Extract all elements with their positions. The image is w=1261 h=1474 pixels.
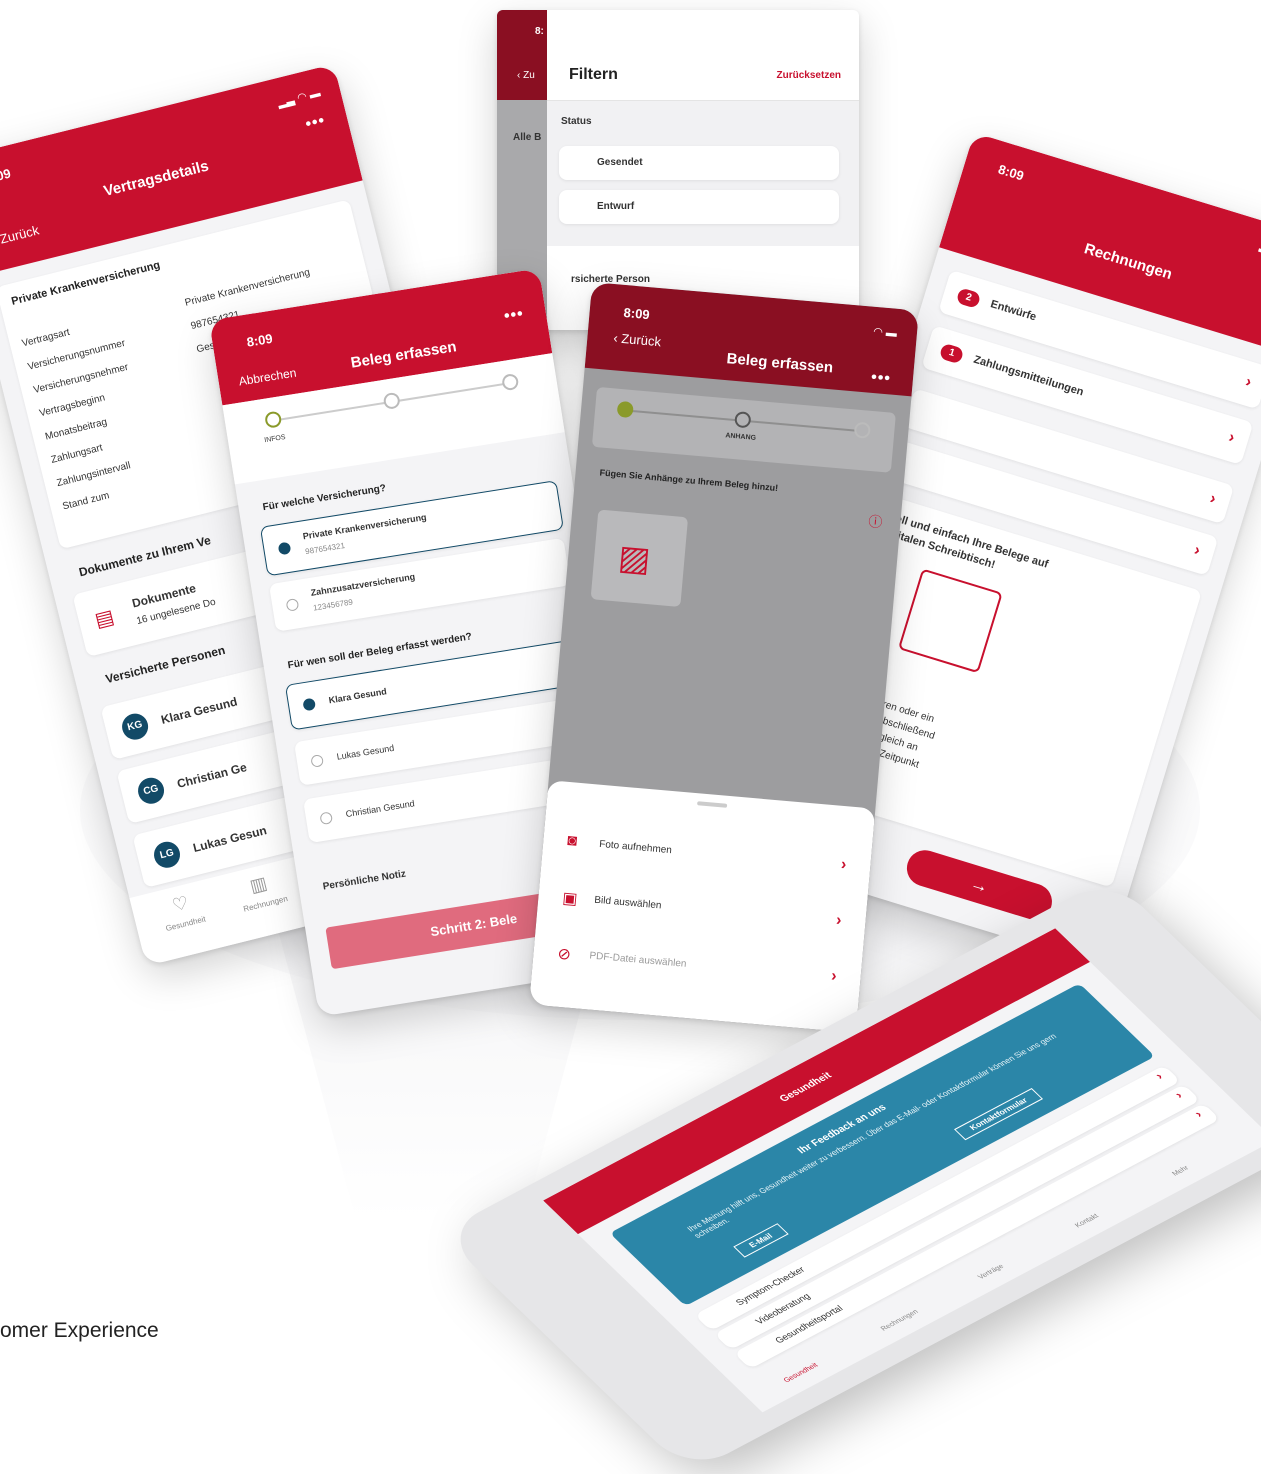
category-label: Zahlungsmitteilungen <box>972 353 1085 399</box>
status-heading: Status <box>561 116 592 127</box>
radio-button[interactable] <box>319 811 334 826</box>
device-title: Gesundheit <box>777 1070 835 1105</box>
step-1-indicator <box>264 410 283 429</box>
chevron-right-icon: › <box>1192 541 1203 560</box>
heart-icon[interactable]: ♡ <box>170 892 191 916</box>
step-1-done-indicator <box>616 400 634 419</box>
footer-caption: omer Experience <box>0 1319 159 1342</box>
note-label: Persönliche Notiz <box>322 868 407 893</box>
filter-title: Filtern <box>569 66 618 83</box>
chevron-right-icon: › <box>830 967 838 985</box>
count-badge: 1 <box>938 342 965 365</box>
back-button[interactable]: ‹ Zurück <box>0 222 41 248</box>
stepper: ANHANG <box>591 386 896 473</box>
insurance-question: Für welche Versicherung? <box>262 482 387 514</box>
insurance-name: Zahnzusatzversicherung <box>310 571 416 598</box>
chevron-right-icon: › <box>1207 489 1218 508</box>
tab-item[interactable]: Kontakt <box>1074 1213 1100 1229</box>
more-menu-icon[interactable]: ••• <box>870 369 891 389</box>
more-menu-icon[interactable]: ••• <box>503 305 525 326</box>
status-time: 8: <box>535 26 544 37</box>
avatar: CG <box>135 774 167 807</box>
step-2-indicator <box>734 411 752 429</box>
status-time: 8:09 <box>0 165 13 187</box>
chevron-right-icon: › <box>1151 1069 1166 1082</box>
chevron-right-icon: › <box>1243 373 1254 392</box>
person-name: Lukas Gesun <box>191 823 269 856</box>
attachment-icon: ⊘ <box>556 945 572 964</box>
insurance-number: 987654321 <box>304 541 346 557</box>
step-2-label: ANHANG <box>725 432 757 442</box>
chevron-right-icon: › <box>1171 1088 1186 1101</box>
receipt-illustration <box>897 568 1003 674</box>
count-badge: 2 <box>955 287 982 309</box>
row-label: Vertragsart <box>20 326 71 350</box>
wifi-battery-icon: ▂▃ ◠ ▬ <box>276 87 322 110</box>
tab-item[interactable]: Gesundheit <box>783 1362 820 1384</box>
action-label: PDF-Datei auswählen <box>589 950 687 970</box>
row-label: Stand zum <box>61 490 111 513</box>
action-label: Foto aufnehmen <box>598 838 673 857</box>
chevron-right-icon: › <box>1191 1107 1206 1120</box>
insurance-number: 123456789 <box>312 597 354 613</box>
status-time: 8:09 <box>245 330 274 350</box>
attachment-prompt: Fügen Sie Anhänge zu Ihrem Beleg hinzu! <box>599 467 779 494</box>
category-label: Entwürfe <box>989 298 1038 324</box>
row-label: Zahlungsintervall <box>55 460 132 490</box>
reset-button[interactable]: Zurücksetzen <box>777 70 841 81</box>
status-time: 8:09 <box>623 304 651 323</box>
screen-beleg-step2: 8:09 ◠ ▬ ‹ Zurück Beleg erfassen ••• ANH… <box>529 282 919 1033</box>
action-label: Bild auswählen <box>593 894 662 912</box>
row-value: Private Krankenversicherung <box>183 267 312 309</box>
wifi-battery-icon: ◠ ▬ <box>872 325 898 340</box>
radio-button[interactable] <box>277 541 292 556</box>
document-icon: ▤ <box>92 605 117 632</box>
option-gesendet[interactable]: Gesendet <box>559 146 839 180</box>
person-name: Christian Ge <box>175 760 249 791</box>
insurance-name: Private Krankenversicherung <box>302 511 428 542</box>
row-label: Zahlungsart <box>49 442 104 466</box>
radio-button[interactable] <box>285 598 300 612</box>
step-2-indicator <box>382 391 401 411</box>
chevron-right-icon: › <box>1226 428 1237 447</box>
tab-item[interactable]: Rechnungen <box>880 1309 920 1333</box>
email-button[interactable]: E-Mail <box>733 1223 789 1258</box>
person-name: Lukas Gesund <box>335 742 395 762</box>
row-label: Vertragsbeginn <box>38 392 107 420</box>
tab-invoices[interactable]: Rechnungen <box>242 894 288 914</box>
back-button[interactable]: ‹ Zu <box>517 70 535 81</box>
person-name: Klara Gesund <box>159 694 239 727</box>
chevron-right-icon: › <box>835 911 843 930</box>
person-name: Klara Gesund <box>328 686 388 706</box>
invoice-icon[interactable]: ▥ <box>248 873 270 897</box>
image-add-icon: ▨ <box>616 538 652 580</box>
option-entwurf[interactable]: Entwurf <box>559 190 839 224</box>
action-sheet: ◙ Foto aufnehmen › ▣ Bild auswählen › ⊘ PDF-Dat… <box>529 780 876 1033</box>
radio-button[interactable] <box>302 697 317 712</box>
screen-filtern: 8: ‹ Zu Alle B Filtern Zurücksetzen Stat… <box>497 10 859 330</box>
tab-health[interactable]: Gesundheit <box>165 914 207 933</box>
radio-button[interactable] <box>310 754 325 768</box>
camera-icon: ◙ <box>566 832 578 850</box>
add-attachment-button[interactable]: ▨ <box>590 509 689 607</box>
image-icon: ▣ <box>561 889 579 909</box>
all-label: Alle B <box>513 132 542 143</box>
tab-item[interactable]: Mehr <box>1171 1165 1190 1178</box>
status-time: 8:09 <box>996 161 1026 184</box>
row-label: Monatsbeitrag <box>44 416 109 443</box>
step-3-indicator <box>501 372 520 392</box>
avatar: LG <box>151 838 183 871</box>
tab-item[interactable]: Verträge <box>977 1263 1006 1281</box>
step-3-indicator <box>853 421 872 439</box>
contract-section-title: Private Krankenversicherung <box>10 259 162 308</box>
header: 8:09 ◠ ▬ ‹ Zurück Beleg erfassen ••• <box>584 282 919 397</box>
sheet-handle[interactable] <box>697 801 728 808</box>
step-1-label: INFOS <box>263 433 287 445</box>
avatar: KG <box>119 710 151 743</box>
help-icon[interactable]: ⓘ <box>868 511 884 532</box>
chevron-right-icon: › <box>840 856 848 874</box>
person-name: Christian Gesund <box>345 798 416 820</box>
